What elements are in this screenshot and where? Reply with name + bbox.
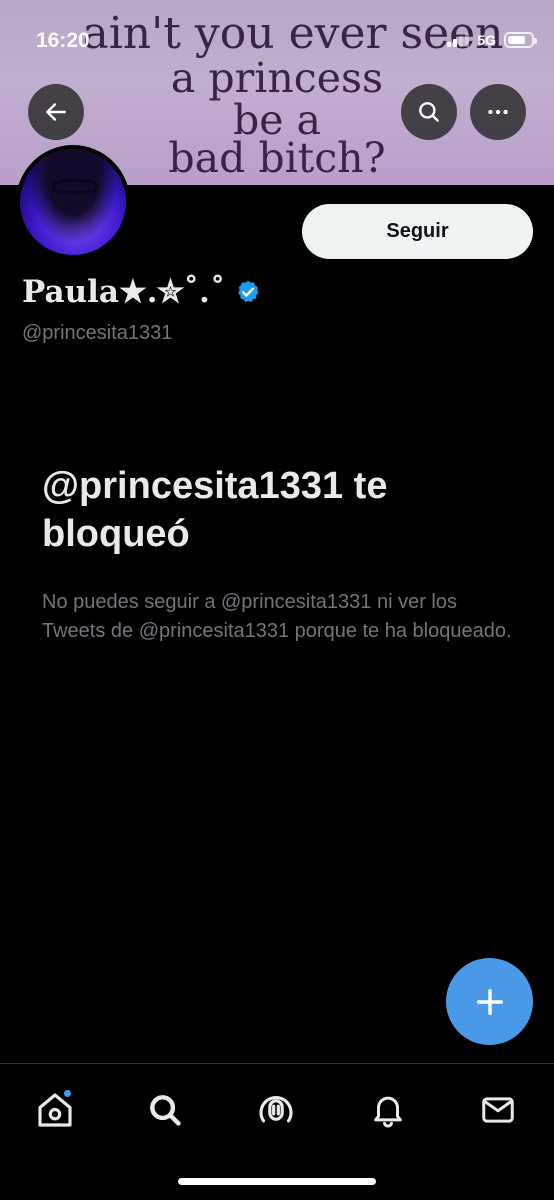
nav-messages[interactable] — [476, 1088, 520, 1132]
home-indicator — [178, 1178, 376, 1185]
verified-badge-icon[interactable] — [235, 279, 261, 305]
blocked-title: @princesita1331 te bloqueó — [42, 465, 388, 555]
status-bar: 16:20 5G — [0, 0, 554, 80]
search-icon — [150, 1095, 181, 1126]
nav-explore[interactable] — [143, 1088, 187, 1132]
more-button[interactable] — [470, 84, 526, 140]
display-name: Paula★.✮˚.˚ — [22, 274, 226, 310]
back-button[interactable] — [28, 84, 84, 140]
network-type: 5G — [477, 32, 496, 48]
status-time: 16:20 — [36, 29, 90, 52]
mail-icon — [482, 1097, 514, 1123]
avatar-image — [20, 149, 126, 255]
follow-button[interactable]: Seguir — [302, 204, 533, 259]
compose-tweet-button[interactable] — [446, 958, 533, 1045]
signal-icon — [447, 33, 470, 47]
avatar[interactable] — [16, 145, 130, 259]
profile-handle: @princesita1331 — [22, 322, 173, 344]
bell-icon — [374, 1096, 402, 1128]
spaces-icon — [259, 1096, 293, 1123]
arrow-left-icon — [46, 103, 66, 121]
nav-notifications[interactable] — [366, 1088, 410, 1132]
nav-spaces[interactable] — [254, 1088, 298, 1132]
plus-icon — [476, 988, 503, 1015]
nav-home[interactable] — [33, 1088, 77, 1132]
battery-icon — [504, 32, 537, 48]
display-name-row: Paula★.✮˚.˚ — [22, 274, 261, 310]
notification-badge — [62, 1088, 73, 1099]
search-button[interactable] — [401, 84, 457, 140]
more-horizontal-icon — [488, 109, 508, 115]
status-indicators: 5G — [447, 32, 537, 48]
search-icon — [419, 102, 439, 122]
battery-level — [508, 36, 525, 44]
blocked-description: No puedes seguir a @princesita1331 ni ve… — [42, 591, 512, 642]
